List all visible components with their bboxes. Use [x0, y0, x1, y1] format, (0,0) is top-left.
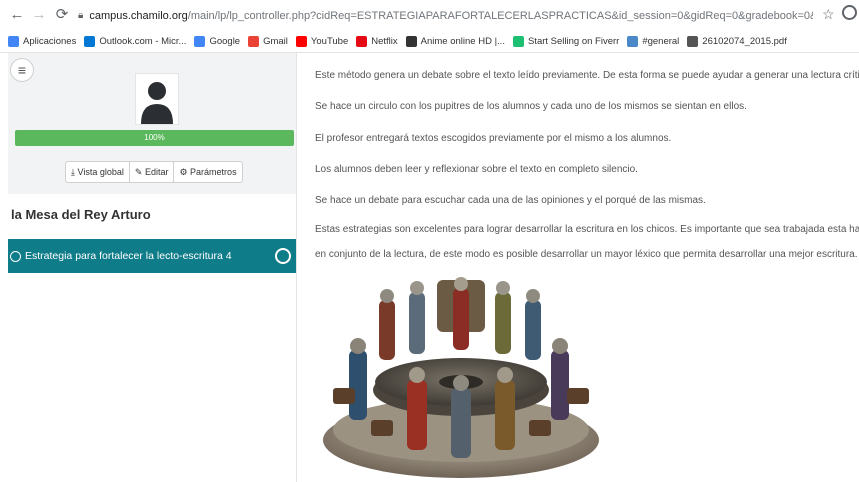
sidebar-button-group: ⤓ Vista global ✎ Editar ⚙ Parámetros [65, 161, 243, 183]
hamburger-menu-icon[interactable]: ≡ [10, 58, 34, 82]
paragraph: El profesor entregará textos escogidos p… [315, 133, 672, 144]
address-bar[interactable]: 🔒︎ campus.chamilo.org /main/lp/lp_contro… [78, 6, 813, 25]
paragraph: en conjunto de la lectura, de este modo … [315, 249, 858, 260]
progress-bar: 100% [15, 130, 294, 146]
parametros-button[interactable]: ⚙ Parámetros [174, 162, 241, 182]
bookmark-label: Netflix [371, 36, 398, 47]
vista-global-label: Vista global [77, 167, 124, 177]
sidebar-header: ≡ 100% ⤓ Vista global ✎ Editar ⚙ Parámet… [8, 53, 296, 194]
chrome-doc-icon [687, 36, 699, 47]
browser-toolbar: ← → ⟳ 🔒︎ campus.chamilo.org /main/lp/lp_… [0, 0, 859, 31]
bookmark-label: Aplicaciones [23, 36, 77, 47]
paragraph: Se hace un debate para escuchar cada una… [315, 195, 706, 206]
apps-grid-icon [8, 36, 19, 47]
bookmark-label: YouTube [310, 36, 349, 47]
bookmark-item[interactable]: 26102074_2015.pdf [687, 36, 787, 47]
url-path: /main/lp/lp_controller.php?cidReq=ESTRAT… [187, 9, 813, 22]
back-arrow-icon[interactable]: ← [7, 6, 27, 23]
sidebar-item-lesson[interactable]: Estrategia para fortalecer la lecto-escr… [8, 239, 296, 273]
bookmark-label: #general [642, 36, 680, 47]
progress-label: 100% [144, 133, 165, 142]
bookmark-item[interactable]: Aplicaciones [8, 36, 76, 47]
forward-arrow-icon[interactable]: → [29, 6, 49, 23]
bookmark-label: Gmail [263, 36, 288, 47]
paragraph: Este método genera un debate sobre el te… [315, 70, 859, 81]
bookmark-star-icon[interactable]: ☆ [822, 6, 835, 23]
slack-icon [627, 36, 639, 47]
bookmark-label: Outlook.com - Micr... [99, 36, 187, 47]
bookmarks-bar: Aplicaciones Outlook.com - Micr... Google G… [0, 31, 859, 53]
profile-icon[interactable] [842, 5, 857, 20]
download-icon: ⤓ [71, 167, 75, 177]
parametros-label: Parámetros [190, 167, 237, 177]
bookmark-label: Start Selling on Fiverr [527, 36, 620, 47]
pencil-icon: ✎ [134, 167, 143, 177]
outlook-icon [84, 36, 96, 47]
avatar [135, 73, 179, 125]
bookmark-label: Google [209, 36, 241, 47]
bookmark-item[interactable]: Start Selling on Fiverr [512, 36, 620, 47]
bookmark-item[interactable]: YouTube [295, 36, 349, 47]
anime-icon [405, 36, 417, 47]
gmail-icon [248, 36, 260, 47]
bookmark-item[interactable]: Gmail [248, 36, 288, 47]
gear-icon: ⚙ [179, 167, 188, 177]
sidebar-divider [296, 53, 297, 482]
bookmark-item[interactable]: Outlook.com - Micr... [84, 36, 186, 47]
bookmark-label: 26102074_2015.pdf [702, 36, 787, 47]
sidebar-item-label: Estrategia para fortalecer la lecto-escr… [25, 250, 232, 262]
lock-icon: 🔒︎ [78, 10, 84, 21]
user-silhouette-icon [141, 82, 173, 124]
paragraph: Los alumnos deben leer y reflexionar sob… [315, 164, 638, 175]
url-host: campus.chamilo.org [89, 9, 188, 22]
vista-global-button[interactable]: ⤓ Vista global [66, 162, 130, 182]
bookmark-item[interactable]: Google [194, 36, 240, 47]
bookmark-item[interactable]: Netflix [356, 36, 398, 47]
bookmark-item[interactable]: #general [627, 36, 679, 47]
editar-button[interactable]: ✎ Editar [130, 162, 175, 182]
lp-sidebar: ≡ 100% ⤓ Vista global ✎ Editar ⚙ Parámet… [0, 53, 296, 482]
paragraph: Se hace un circulo con los pupitres de l… [315, 101, 747, 112]
netflix-icon [356, 36, 368, 47]
circle-icon [10, 250, 21, 262]
course-title: la Mesa del Rey Arturo [11, 207, 151, 222]
fiverr-icon [512, 36, 524, 47]
round-table-image [323, 277, 599, 478]
bookmark-item[interactable]: Anime online HD |... [405, 36, 505, 47]
paragraph: Estas estrategias son excelentes para lo… [315, 224, 859, 235]
status-circle-icon [275, 248, 291, 264]
google-icon [194, 36, 206, 47]
reload-icon[interactable]: ⟳ [52, 5, 72, 23]
bookmark-label: Anime online HD |... [420, 36, 505, 47]
youtube-icon [295, 36, 307, 47]
editar-label: Editar [144, 167, 169, 177]
